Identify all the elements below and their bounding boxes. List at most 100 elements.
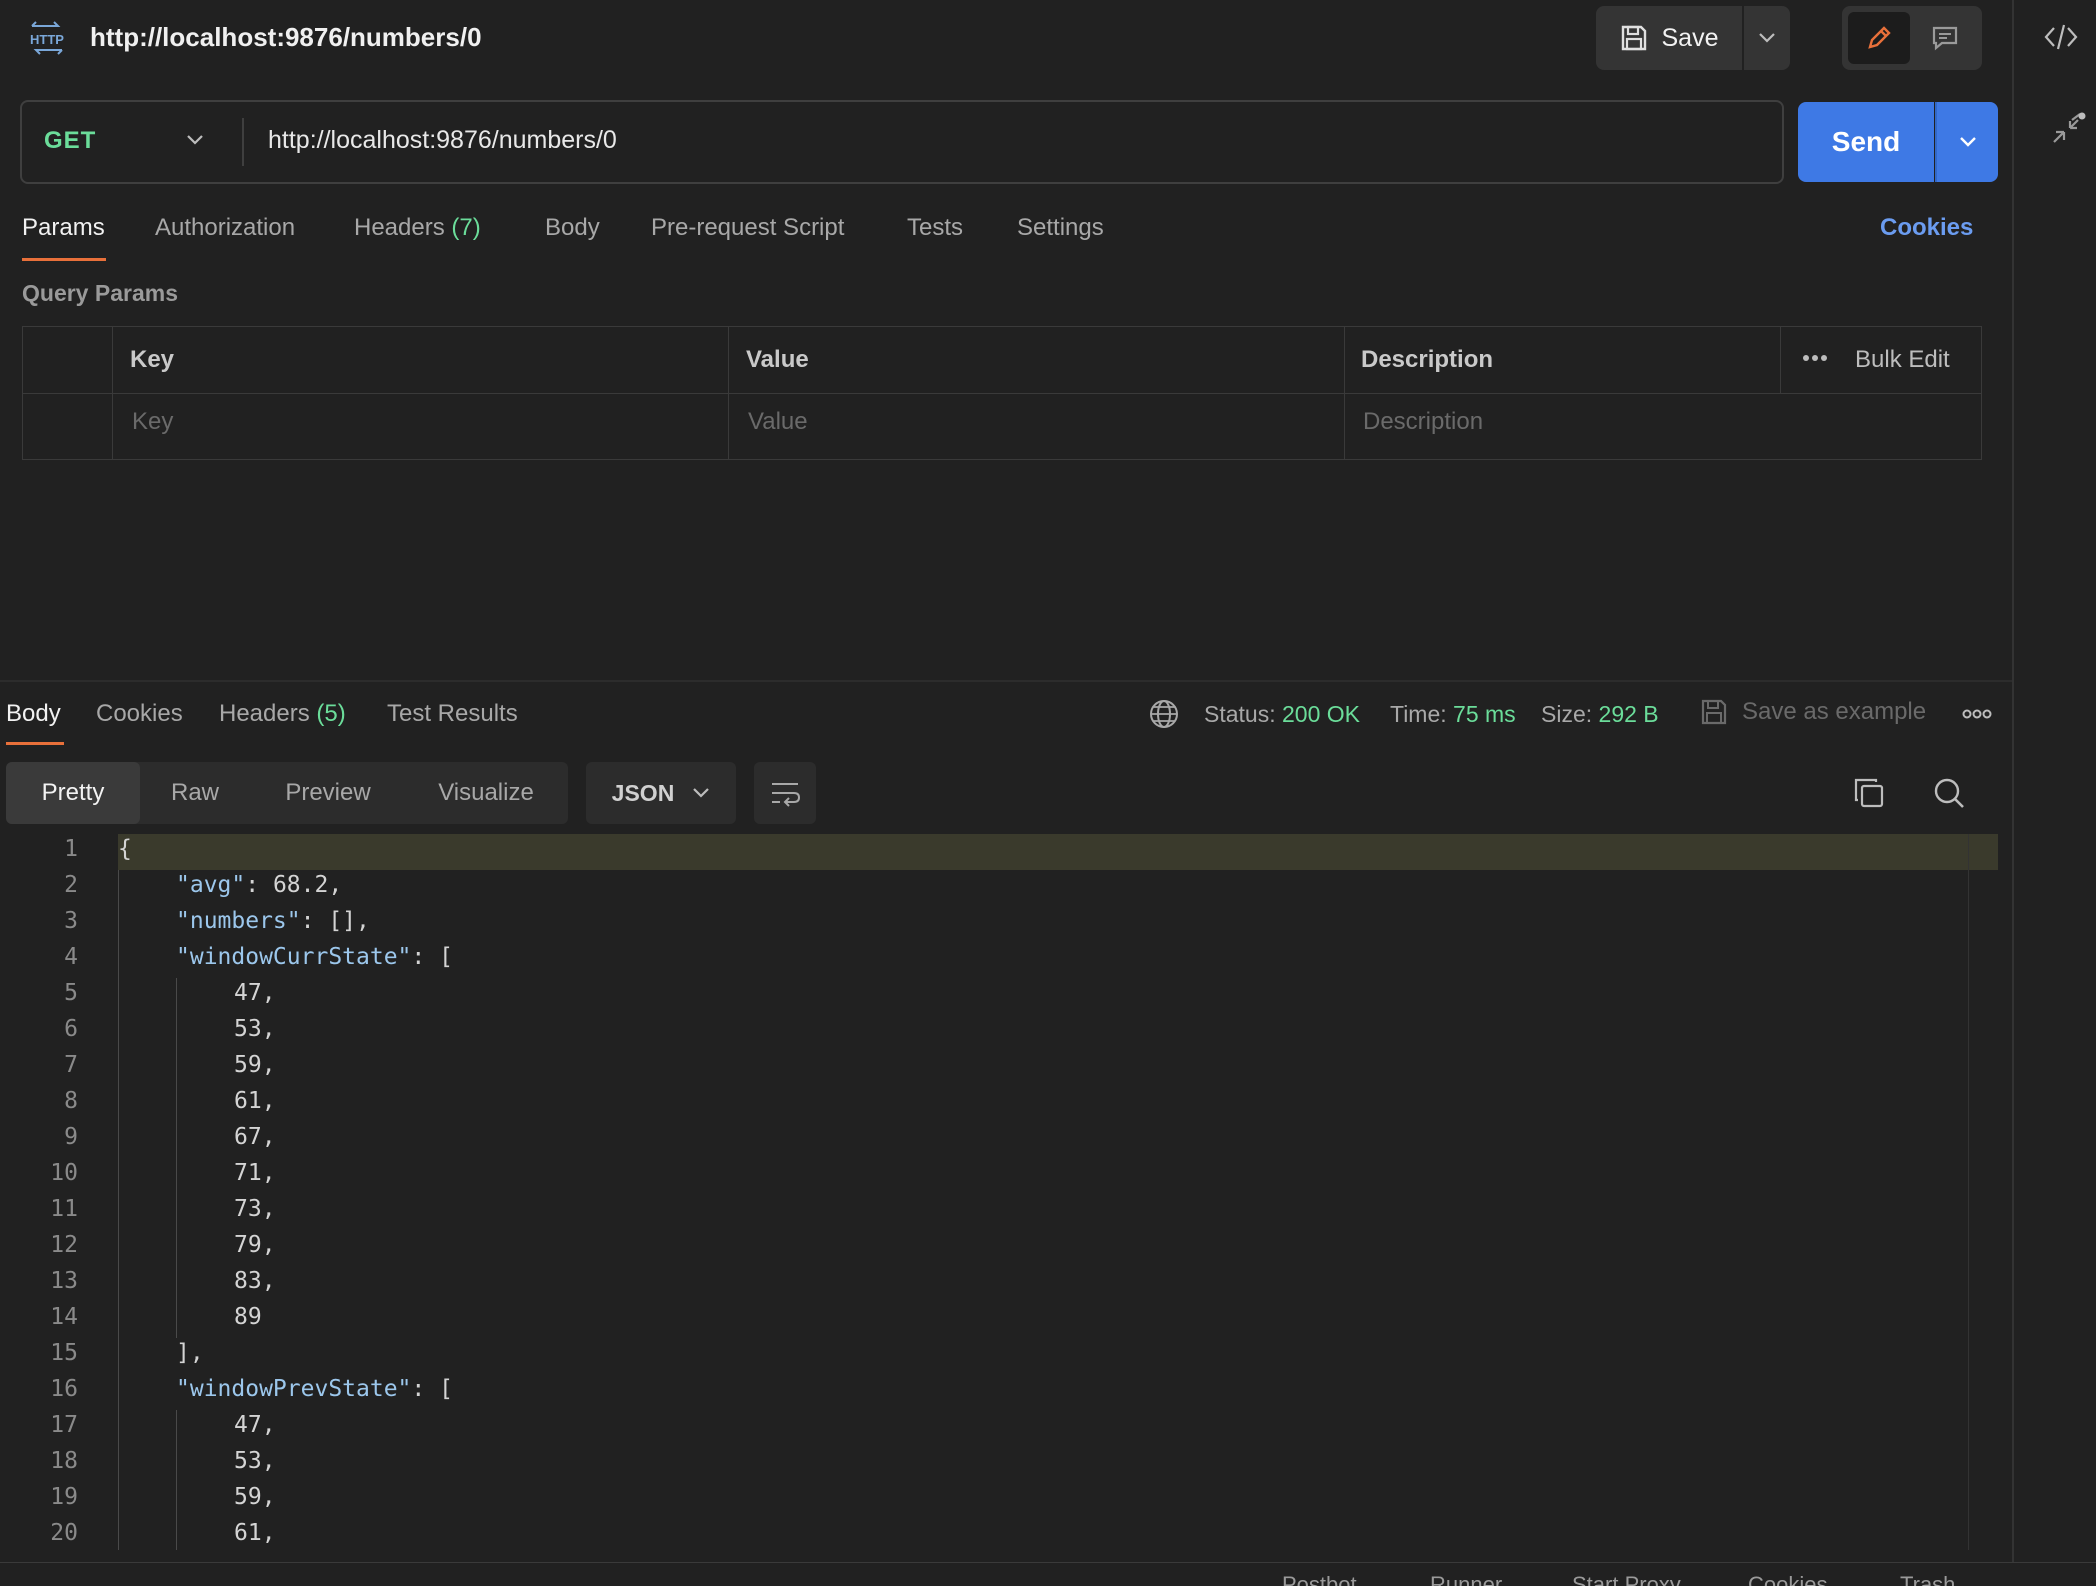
footer-trash[interactable]: Trash — [1900, 1572, 1955, 1586]
time-label: Time: — [1390, 701, 1447, 727]
collapse-icon[interactable] — [2050, 112, 2086, 148]
wrap-lines-button[interactable] — [754, 762, 816, 824]
response-headers-label: Headers — [219, 700, 310, 727]
code-line: "windowPrevState": [ — [176, 1376, 453, 1402]
line-number: 19 — [50, 1484, 78, 1510]
format-visualize[interactable]: Visualize — [406, 762, 566, 824]
response-tab-test-results[interactable]: Test Results — [387, 700, 518, 728]
http-icon: HTTP — [28, 20, 66, 56]
json-value: 61, — [234, 1088, 276, 1114]
edit-mode-button[interactable] — [1848, 12, 1910, 64]
code-line: "numbers": [], — [176, 908, 370, 934]
value-input[interactable]: Value — [748, 408, 808, 436]
chevron-down-icon[interactable] — [186, 134, 204, 146]
response-tab-body[interactable]: Body — [6, 700, 61, 728]
save-as-example-button[interactable]: Save as example — [1700, 698, 1926, 726]
tab-authorization[interactable]: Authorization — [155, 214, 295, 242]
response-headers-count: (5) — [316, 700, 346, 727]
response-tab-cookies[interactable]: Cookies — [96, 700, 183, 728]
json-value: 59, — [234, 1484, 276, 1510]
send-button[interactable]: Send — [1798, 102, 1934, 182]
language-select[interactable]: JSON — [586, 762, 736, 824]
format-preview[interactable]: Preview — [258, 762, 398, 824]
send-dropdown-button[interactable] — [1935, 102, 1998, 182]
url-input[interactable]: http://localhost:9876/numbers/0 — [268, 126, 617, 155]
line-number: 18 — [50, 1448, 78, 1474]
method-select[interactable]: GET — [44, 127, 96, 155]
json-value: 53, — [234, 1016, 276, 1042]
tab-settings[interactable]: Settings — [1017, 214, 1104, 242]
code-line: 61, — [234, 1088, 276, 1114]
time-value: 75 ms — [1453, 701, 1516, 727]
table-divider — [728, 326, 729, 460]
size-value: 292 B — [1598, 701, 1659, 727]
code-line: 47, — [234, 980, 276, 1006]
chevron-down-icon — [1759, 33, 1775, 43]
code-line: 59, — [234, 1484, 276, 1510]
table-divider — [1780, 326, 1781, 394]
code-line: ], — [176, 1340, 204, 1366]
copy-icon[interactable] — [1852, 776, 1886, 810]
json-value: 47, — [234, 1412, 276, 1438]
json-value: 59, — [234, 1052, 276, 1078]
footer-postbot[interactable]: Postbot — [1282, 1572, 1357, 1586]
line-number: 15 — [50, 1340, 78, 1366]
response-body-code[interactable]: 1{2 "avg": 68.2, 3 "numbers": [], 4 "windowCu… — [0, 834, 1998, 1550]
comments-button[interactable] — [1914, 12, 1976, 64]
description-input[interactable]: Description — [1363, 408, 1483, 436]
code-line: 53, — [234, 1016, 276, 1042]
line-number: 13 — [50, 1268, 78, 1294]
status-value: 200 OK — [1282, 701, 1360, 727]
tab-pre-request-script[interactable]: Pre-request Script — [651, 214, 844, 242]
indent-guide — [176, 1410, 177, 1550]
line-number: 17 — [50, 1412, 78, 1438]
bulk-edit-button[interactable]: Bulk Edit — [1855, 326, 1950, 394]
request-title[interactable]: http://localhost:9876/numbers/0 — [90, 22, 482, 53]
code-line: 59, — [234, 1052, 276, 1078]
line-number: 16 — [50, 1376, 78, 1402]
tab-params[interactable]: Params — [22, 214, 105, 242]
json-value: 83, — [234, 1268, 276, 1294]
table-divider — [1344, 326, 1345, 460]
save-dropdown-button[interactable] — [1744, 6, 1790, 70]
json-value: 89 — [234, 1304, 262, 1330]
right-sidebar — [2012, 0, 2096, 1586]
status-label: Status: — [1204, 701, 1276, 727]
save-label: Save — [1661, 23, 1719, 52]
code-scrollbar[interactable] — [1968, 834, 1998, 1550]
tab-body[interactable]: Body — [545, 214, 600, 242]
code-line: 61, — [234, 1520, 276, 1546]
cookies-link[interactable]: Cookies — [1880, 214, 1973, 242]
code-icon[interactable] — [2044, 22, 2078, 52]
save-icon — [1701, 699, 1727, 725]
tab-headers[interactable]: Headers (7) — [354, 214, 481, 242]
footer-runner[interactable]: Runner — [1430, 1572, 1502, 1586]
table-divider — [112, 326, 113, 460]
line-number: 9 — [64, 1124, 78, 1150]
save-button[interactable]: Save — [1596, 6, 1742, 70]
tab-tests[interactable]: Tests — [907, 214, 963, 242]
response-tab-headers[interactable]: Headers (5) — [219, 700, 346, 728]
size-label: Size: — [1541, 701, 1593, 727]
size-readout: Size: 292 B — [1541, 701, 1659, 728]
json-value: 67, — [234, 1124, 276, 1150]
line-number: 14 — [50, 1304, 78, 1330]
more-options-icon[interactable] — [1962, 709, 1992, 719]
footer-start-proxy[interactable]: Start Proxy — [1572, 1572, 1681, 1586]
globe-icon[interactable] — [1148, 698, 1180, 730]
line-number: 2 — [64, 872, 78, 898]
format-pretty[interactable]: Pretty — [6, 762, 140, 824]
table-divider — [22, 393, 1982, 394]
search-icon[interactable] — [1932, 776, 1966, 810]
json-value: 79, — [234, 1232, 276, 1258]
code-line: 47, — [234, 1412, 276, 1438]
footer-cookies[interactable]: Cookies — [1748, 1572, 1827, 1586]
pane-divider[interactable] — [0, 680, 2012, 682]
line-number: 3 — [64, 908, 78, 934]
code-line: 83, — [234, 1268, 276, 1294]
format-raw[interactable]: Raw — [140, 762, 250, 824]
column-header-value: Value — [746, 346, 809, 373]
more-options-icon[interactable] — [1802, 354, 1828, 362]
line-number: 11 — [50, 1196, 78, 1222]
key-input[interactable]: Key — [132, 408, 173, 436]
